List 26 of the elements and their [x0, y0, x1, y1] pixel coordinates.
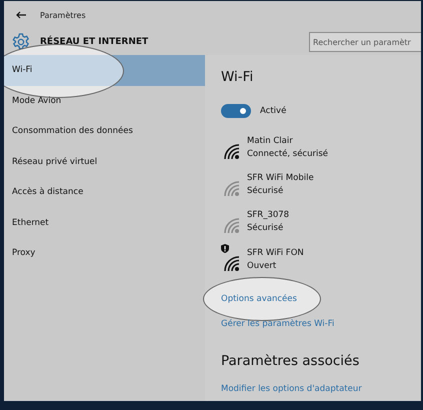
network-status: Sécurisé: [247, 222, 284, 236]
sidebar-item[interactable]: Réseau privé virtuel: [4, 146, 205, 177]
adapter-link[interactable]: Modifier les options d'adaptateur: [221, 384, 362, 394]
network-status: Ouvert: [247, 260, 278, 273]
network-name[interactable]: SFR WiFi Mobile: [247, 172, 314, 186]
network-name[interactable]: SFR_3078: [247, 209, 290, 222]
wifi-toggle[interactable]: [221, 104, 251, 118]
sidebar-item[interactable]: Wi-Fi: [4, 55, 205, 86]
network-status: Connecté, sécurisé: [247, 148, 328, 162]
pane-title: Wi-Fi: [221, 69, 254, 87]
section-title: RÉSEAU ET INTERNET: [40, 37, 150, 47]
network-name[interactable]: Matin Clair: [247, 135, 328, 148]
sidebar-item[interactable]: Mode Avion: [4, 86, 205, 116]
sidebar-item[interactable]: Consommation des données: [4, 116, 205, 146]
window-title: Paramètres: [40, 10, 86, 20]
gear-icon: [12, 33, 30, 51]
sidebar-item[interactable]: Proxy: [4, 238, 205, 268]
section-heading: Paramètres associés: [221, 352, 360, 371]
network-name[interactable]: SFR WiFi FON: [247, 246, 304, 260]
toggle-label: Activé: [260, 106, 286, 116]
sidebar-item[interactable]: Ethernet: [4, 208, 205, 238]
network-status: Sécurisé: [247, 185, 284, 198]
settings-link[interactable]: Options avancées: [221, 294, 297, 304]
sidebar-item[interactable]: Accès à distance: [4, 177, 205, 208]
back-icon[interactable]: [16, 11, 26, 19]
search-field[interactable]: Rechercher un paramètr: [309, 32, 421, 52]
